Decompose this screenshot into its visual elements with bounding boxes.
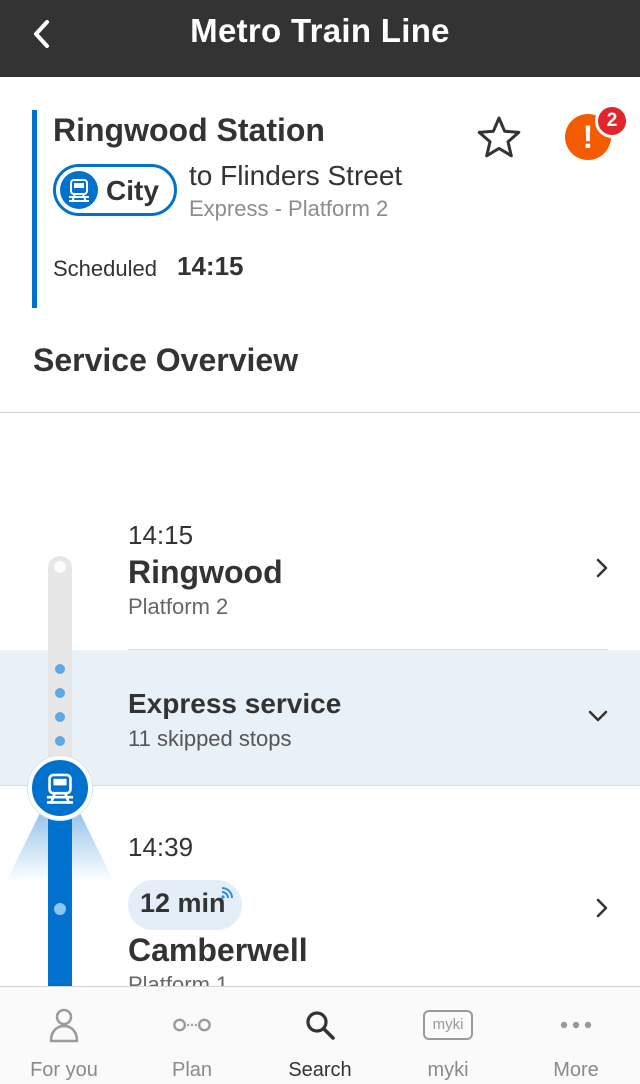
nav-label: For you: [30, 1059, 98, 1081]
chevron-right-icon: [596, 558, 608, 578]
section-divider: [0, 412, 640, 413]
train-icon: [60, 171, 98, 209]
direction-badge: City: [53, 164, 177, 216]
scheduled-label: Scheduled: [53, 256, 157, 281]
nav-search[interactable]: Search: [256, 987, 384, 1084]
stop-name: Ringwood: [128, 554, 283, 590]
express-title: Express service: [128, 688, 342, 719]
star-icon: [477, 116, 521, 158]
eta-text: 12 min: [140, 888, 226, 918]
service-info: Express - Platform 2: [189, 196, 389, 221]
chevron-right-icon: [596, 898, 608, 918]
favourite-button[interactable]: [475, 114, 523, 162]
skipped-stop-dot: [55, 712, 65, 722]
stop-time: 14:39: [128, 832, 194, 862]
nav-for-you[interactable]: For you: [0, 987, 128, 1084]
timeline-track-upcoming: [48, 790, 72, 990]
disruption-alert-button[interactable]: ! 2: [563, 104, 633, 166]
skipped-stop-dot: [55, 688, 65, 698]
app-header: Metro Train Line: [0, 0, 640, 77]
destination-text: to Flinders Street: [189, 160, 403, 191]
myki-card-icon: myki: [422, 1007, 474, 1043]
live-tracking-icon: [221, 887, 233, 899]
direction-label: City: [106, 175, 159, 206]
nav-more[interactable]: More: [512, 987, 640, 1084]
train-position-icon: [28, 756, 92, 820]
scheduled-time: 14:15: [177, 251, 244, 281]
stop-platform: Platform 2: [128, 594, 229, 619]
search-icon: [300, 1007, 340, 1043]
row-divider: [128, 649, 608, 650]
page-title: Metro Train Line: [190, 12, 450, 49]
departure-card: Ringwood Station ! 2 City to Flinders St…: [32, 104, 629, 308]
route-icon: [172, 1007, 212, 1043]
chevron-down-icon[interactable]: [586, 706, 610, 726]
station-name: Ringwood Station: [53, 112, 325, 148]
eta-badge: 12 min: [128, 880, 242, 930]
person-icon: [44, 1007, 84, 1043]
skipped-stop-dot: [55, 736, 65, 746]
skipped-stop-dot: [55, 664, 65, 674]
stop-time: 14:15: [128, 520, 194, 550]
nav-plan[interactable]: Plan: [128, 987, 256, 1084]
timeline-stop-dot: [54, 903, 66, 915]
stop-name: Camberwell: [128, 932, 308, 968]
nav-label: More: [553, 1059, 599, 1081]
express-subtitle: 11 skipped stops: [128, 726, 292, 751]
nav-myki[interactable]: myki myki: [384, 987, 512, 1084]
section-title: Service Overview: [33, 342, 299, 378]
myki-card-text: myki: [423, 1010, 473, 1040]
alert-count-badge: 2: [595, 104, 629, 138]
timeline-stop-dot: [54, 561, 66, 573]
nav-label: Plan: [171, 1059, 213, 1081]
nav-label: Search: [288, 1059, 352, 1081]
bottom-nav: For you Plan Search myki myki More: [0, 986, 640, 1084]
nav-label: myki: [427, 1059, 469, 1081]
more-icon: [556, 1007, 596, 1043]
